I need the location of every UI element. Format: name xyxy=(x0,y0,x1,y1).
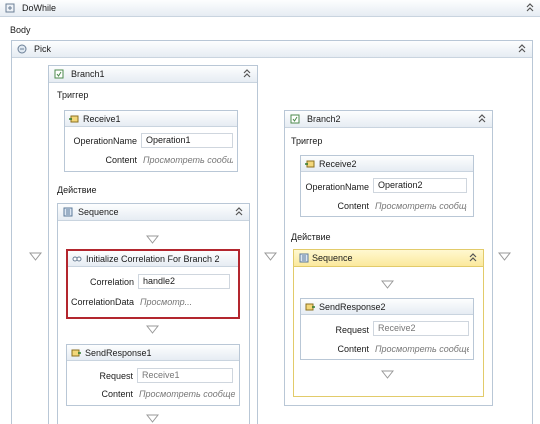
receive1-activity[interactable]: Receive1 OperationName Operation1 Conten… xyxy=(64,110,238,172)
dowhile-title: DoWhile xyxy=(22,3,57,13)
content-link[interactable]: Просмотреть сообщение... xyxy=(139,389,235,399)
sendresponse2-title: SendResponse2 xyxy=(319,302,386,312)
send-icon xyxy=(305,303,315,311)
drop-arrow-icon[interactable] xyxy=(146,325,159,334)
sendresponse1-header[interactable]: SendResponse1 xyxy=(67,345,239,361)
sendresponse2-activity[interactable]: SendResponse2 Request Receive2 Content П… xyxy=(300,298,474,360)
request-field[interactable]: Receive2 xyxy=(373,321,469,336)
correlation-field[interactable]: handle2 xyxy=(138,274,230,289)
receive2-header[interactable]: Receive2 xyxy=(301,156,473,172)
sequence2-title: Sequence xyxy=(312,253,353,263)
receive1-title: Receive1 xyxy=(83,114,121,124)
correlation-data-label: CorrelationData xyxy=(70,297,134,307)
request-label: Request xyxy=(335,325,369,335)
branch1-action-label: Действие xyxy=(57,185,97,195)
branch2-trigger-label: Триггер xyxy=(291,136,323,146)
drop-arrow-icon[interactable] xyxy=(498,252,511,261)
receive1-header[interactable]: Receive1 xyxy=(65,111,237,127)
content-label: Content xyxy=(101,389,133,399)
operation-name-label: OperationName xyxy=(305,182,369,192)
content-label: Content xyxy=(337,344,369,354)
drop-arrow-icon[interactable] xyxy=(146,235,159,244)
drop-arrow-icon[interactable] xyxy=(146,414,159,423)
content-label: Content xyxy=(105,155,137,165)
receive-icon xyxy=(305,160,315,168)
sequence2-header[interactable]: Sequence xyxy=(294,250,483,267)
sendresponse2-header[interactable]: SendResponse2 xyxy=(301,299,473,315)
collapse-icon[interactable] xyxy=(525,2,535,13)
collapse-icon[interactable] xyxy=(234,206,244,217)
content-label: Content xyxy=(337,201,369,211)
branch2-title: Branch2 xyxy=(307,114,341,124)
request-label: Request xyxy=(99,371,133,381)
correlation-label: Correlation xyxy=(89,277,134,287)
collapse-icon[interactable] xyxy=(242,68,252,79)
correlation-icon xyxy=(72,256,82,262)
operation-name-field[interactable]: Operation1 xyxy=(141,133,233,148)
drop-arrow-icon[interactable] xyxy=(264,252,277,261)
branch1-trigger-label: Триггер xyxy=(57,90,89,100)
branch1-header[interactable]: Branch1 xyxy=(49,66,257,83)
pick-title: Pick xyxy=(34,44,52,54)
correlation-data-link[interactable]: Просмотр... xyxy=(140,297,230,307)
branch-icon xyxy=(54,69,64,79)
receive-icon xyxy=(69,115,79,123)
pick-icon xyxy=(17,44,27,54)
receive2-title: Receive2 xyxy=(319,159,357,169)
dowhile-header[interactable]: DoWhile xyxy=(0,0,540,17)
initialize-correlation-title: Initialize Correlation For Branch 2 xyxy=(86,254,220,264)
send-icon xyxy=(71,349,81,357)
body-label: Body xyxy=(10,25,31,35)
sendresponse1-title: SendResponse1 xyxy=(85,348,152,358)
drop-arrow-icon[interactable] xyxy=(29,252,42,261)
dowhile-icon xyxy=(5,3,15,13)
initialize-correlation-activity[interactable]: Initialize Correlation For Branch 2 Corr… xyxy=(66,249,240,319)
sequence1-title: Sequence xyxy=(78,207,119,217)
operation-name-field[interactable]: Operation2 xyxy=(373,178,467,193)
branch2-header[interactable]: Branch2 xyxy=(285,111,492,128)
branch-icon xyxy=(290,114,300,124)
sendresponse1-activity[interactable]: SendResponse1 Request Receive1 Content П… xyxy=(66,344,240,406)
collapse-icon[interactable] xyxy=(468,252,478,263)
operation-name-label: OperationName xyxy=(73,136,137,146)
sequence-icon xyxy=(299,253,309,263)
content-link[interactable]: Просмотреть сообщение... xyxy=(375,201,467,211)
request-field[interactable]: Receive1 xyxy=(137,368,233,383)
branch1-title: Branch1 xyxy=(71,69,105,79)
content-link[interactable]: Просмотреть сообщение... xyxy=(143,155,233,165)
collapse-icon[interactable] xyxy=(517,43,527,54)
drop-arrow-icon[interactable] xyxy=(381,370,394,379)
receive2-activity[interactable]: Receive2 OperationName Operation2 Conten… xyxy=(300,155,474,217)
content-link[interactable]: Просмотреть сообщение... xyxy=(375,344,469,354)
pick-header[interactable]: Pick xyxy=(12,41,532,58)
initialize-correlation-header[interactable]: Initialize Correlation For Branch 2 xyxy=(68,251,238,267)
sequence1-header[interactable]: Sequence xyxy=(58,204,249,221)
collapse-icon[interactable] xyxy=(477,113,487,124)
sequence-icon xyxy=(63,207,73,217)
drop-arrow-icon[interactable] xyxy=(381,280,394,289)
branch2-action-label: Действие xyxy=(291,232,331,242)
